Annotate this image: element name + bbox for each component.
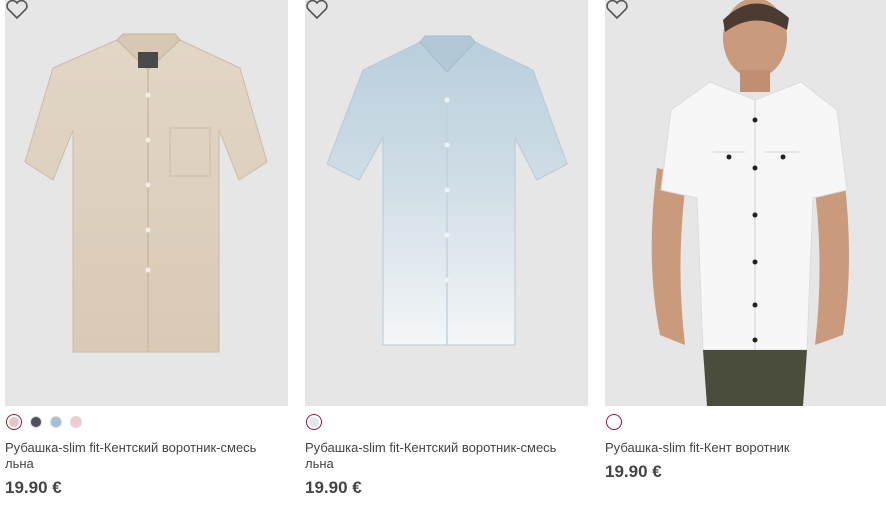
swatch-2[interactable] [30, 416, 42, 428]
color-swatches [6, 414, 288, 430]
swatch-1[interactable] [6, 414, 22, 430]
product-price: 19.90 € [305, 478, 362, 497]
product-card[interactable]: Рубашка-slim fit-Кент воротник 19.90 € [605, 0, 886, 482]
product-image[interactable] [305, 0, 588, 406]
heart-icon[interactable] [605, 0, 629, 20]
product-image[interactable] [605, 0, 886, 406]
swatch-3[interactable] [50, 416, 62, 428]
swatch-1[interactable] [306, 414, 322, 430]
color-swatches [606, 414, 886, 430]
heart-icon[interactable] [305, 0, 329, 20]
heart-icon[interactable] [5, 0, 29, 20]
product-image[interactable] [5, 0, 288, 406]
blue-shirt-illustration [326, 35, 568, 346]
product-price: 19.90 € [5, 478, 62, 497]
product-name[interactable]: Рубашка-slim fit-Кент воротник [605, 440, 885, 456]
color-swatches [306, 414, 588, 430]
product-price: 19.90 € [605, 462, 662, 481]
swatch-1[interactable] [606, 414, 622, 430]
product-name[interactable]: Рубашка-slim fit-Кентский воротник-смесь… [305, 440, 585, 472]
model-photo-illustration [651, 0, 849, 406]
product-card[interactable]: Рубашка-slim fit-Кентский воротник-смесь… [305, 0, 588, 498]
swatch-4[interactable] [70, 416, 82, 428]
beige-shirt-illustration [24, 33, 268, 353]
product-name[interactable]: Рубашка-slim fit-Кентский воротник-смесь… [5, 440, 285, 472]
product-card[interactable]: Рубашка-slim fit-Кентский воротник-смесь… [5, 0, 288, 498]
